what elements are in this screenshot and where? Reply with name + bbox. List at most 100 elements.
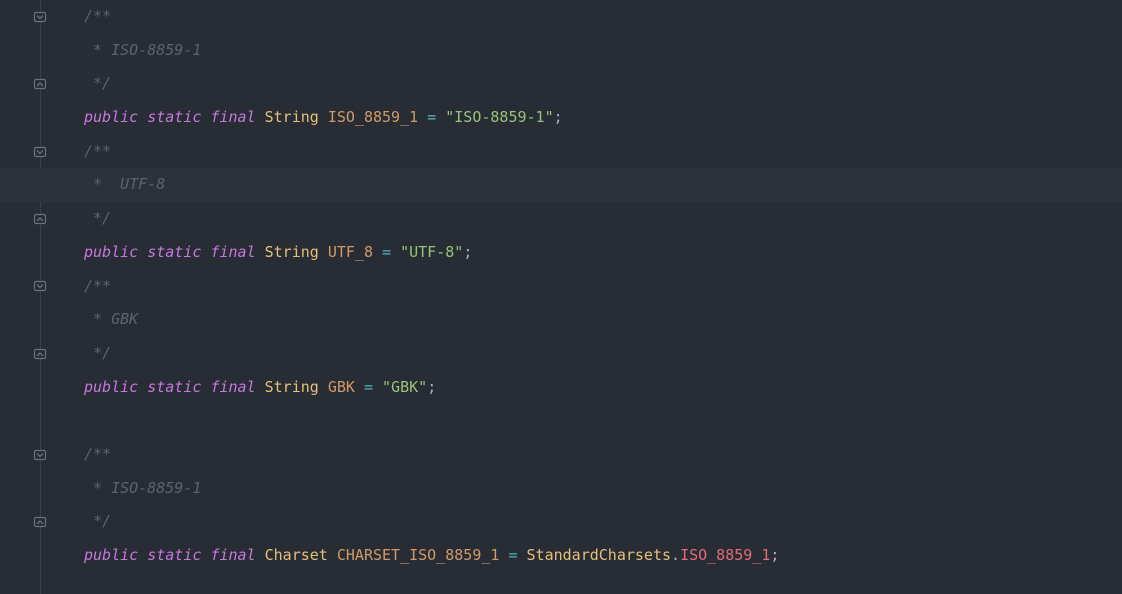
code-token: public [84,236,138,270]
code-token [373,236,382,270]
code-token: final [210,539,255,573]
code-token: */ [84,202,111,236]
fold-collapse-icon[interactable] [33,279,47,293]
code-token [201,539,210,573]
code-area[interactable]: /** * ISO-8859-1 */public static final S… [54,0,1122,594]
code-token: static [147,236,201,270]
gutter-row [0,236,54,270]
code-token: String [265,371,319,405]
code-line[interactable]: * UTF-8 [0,168,1122,202]
code-token [201,236,210,270]
code-token: = [364,371,373,405]
code-token: * UTF-8 [84,168,165,202]
code-token [256,539,265,573]
code-token: * GBK [84,303,138,337]
code-token: final [210,371,255,405]
code-line[interactable]: /** [84,270,1122,304]
fold-collapse-icon[interactable] [33,10,47,24]
fold-expand-end-icon[interactable] [33,212,47,226]
code-line[interactable]: public static final String GBK = "GBK"; [84,371,1122,405]
code-token: */ [84,337,111,371]
code-editor[interactable]: /** * ISO-8859-1 */public static final S… [0,0,1122,594]
code-token: "GBK" [382,371,427,405]
code-token [373,371,382,405]
gutter-row [0,34,54,68]
fold-expand-end-icon[interactable] [33,347,47,361]
code-token [201,101,210,135]
code-line[interactable]: */ [84,337,1122,371]
code-token: static [147,539,201,573]
code-token [256,101,265,135]
gutter-row [0,303,54,337]
code-token [138,101,147,135]
fold-collapse-icon[interactable] [33,448,47,462]
gutter-row [0,371,54,405]
code-token: final [210,236,255,270]
code-token [256,371,265,405]
code-token: static [147,101,201,135]
code-token [328,539,337,573]
code-token: Charset [265,539,328,573]
code-token: String [265,101,319,135]
gutter-row [0,438,54,472]
code-token: ; [770,539,779,573]
code-token [355,371,364,405]
gutter-row [0,505,54,539]
code-token: */ [84,67,111,101]
gutter-row [0,404,54,438]
code-line[interactable]: * GBK [84,303,1122,337]
code-token: * ISO-8859-1 [84,472,201,506]
code-line[interactable]: * ISO-8859-1 [84,34,1122,68]
code-token: public [84,101,138,135]
code-line[interactable]: * ISO-8859-1 [84,472,1122,506]
code-token: /** [84,135,111,169]
code-token: GBK [328,371,355,405]
code-token: String [265,236,319,270]
code-token: = [427,101,436,135]
gutter-row [0,0,54,34]
code-token: /** [84,270,111,304]
gutter-row [0,270,54,304]
code-token [418,101,427,135]
gutter-row [0,135,54,169]
code-token: "UTF-8" [400,236,463,270]
code-token: static [147,371,201,405]
code-token [201,371,210,405]
code-token: ; [463,236,472,270]
code-token [138,539,147,573]
code-token: = [382,236,391,270]
code-line[interactable]: /** [84,0,1122,34]
code-token [138,371,147,405]
gutter [0,0,54,594]
code-line[interactable] [84,404,1122,438]
code-line[interactable]: /** [84,438,1122,472]
code-line[interactable]: */ [84,202,1122,236]
code-token: ISO_8859_1 [680,539,770,573]
code-token [256,236,265,270]
code-token: ; [427,371,436,405]
code-token [436,101,445,135]
code-line[interactable]: public static final String UTF_8 = "UTF-… [84,236,1122,270]
code-token: = [508,539,517,573]
code-token: * ISO-8859-1 [84,34,201,68]
fold-expand-end-icon[interactable] [33,77,47,91]
code-line[interactable]: */ [84,505,1122,539]
fold-expand-end-icon[interactable] [33,515,47,529]
code-token: "ISO-8859-1" [445,101,553,135]
gutter-row [0,539,54,573]
code-token: public [84,539,138,573]
code-token: UTF_8 [328,236,373,270]
code-token: /** [84,438,111,472]
code-token: public [84,371,138,405]
code-token [319,101,328,135]
code-token: CHARSET_ISO_8859_1 [337,539,500,573]
code-line[interactable]: */ [84,67,1122,101]
code-token [319,371,328,405]
code-line[interactable]: public static final String ISO_8859_1 = … [84,101,1122,135]
code-line[interactable]: public static final Charset CHARSET_ISO_… [84,539,1122,573]
gutter-row [0,202,54,236]
fold-collapse-icon[interactable] [33,145,47,159]
code-token [518,539,527,573]
code-token [319,236,328,270]
code-line[interactable]: /** [84,135,1122,169]
